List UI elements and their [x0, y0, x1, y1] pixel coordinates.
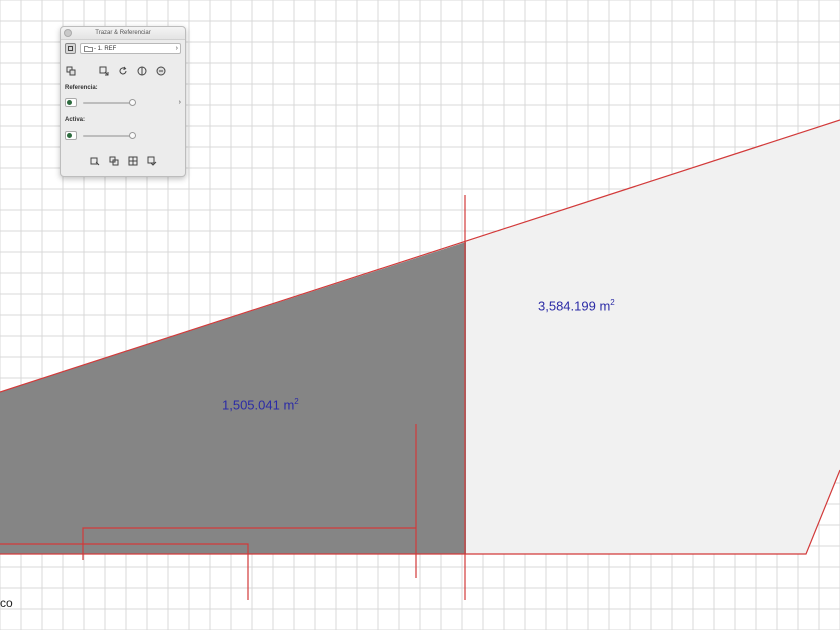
- palette-title: Trazar & Referenciar: [95, 30, 151, 36]
- area-unit-superscript-right: 2: [610, 298, 615, 307]
- area-label-right: 3,584.199 m2: [538, 298, 615, 313]
- trace-reference-palette[interactable]: Trazar & Referenciar - 1. REF › Referenc…: [60, 26, 186, 177]
- chevron-right-icon[interactable]: ›: [179, 99, 181, 106]
- area-value-left: 1,505.041 m: [222, 397, 295, 413]
- corner-fragment-text: co: [0, 596, 13, 610]
- zone-right-fill[interactable]: [466, 120, 840, 554]
- activa-color-button[interactable]: [65, 131, 77, 140]
- chevron-right-icon: ›: [175, 45, 178, 52]
- rotate-reference-icon[interactable]: [117, 65, 128, 76]
- activa-opacity-slider[interactable]: [83, 131, 136, 140]
- folder-icon: [83, 43, 94, 54]
- reference-layer-select[interactable]: - 1. REF ›: [80, 43, 181, 54]
- referencia-color-button[interactable]: [65, 98, 77, 107]
- square-mode-icon[interactable]: [65, 43, 76, 54]
- move-reference-icon[interactable]: [98, 65, 109, 76]
- activa-label: Activa:: [65, 117, 86, 123]
- mirror-reference-icon[interactable]: [136, 65, 147, 76]
- referencia-slider-thumb[interactable]: [129, 98, 136, 106]
- compare-icon[interactable]: [127, 155, 138, 166]
- reset-icon[interactable]: [155, 65, 166, 76]
- palette-titlebar[interactable]: Trazar & Referenciar: [61, 27, 185, 40]
- overlay-icon[interactable]: [65, 65, 76, 76]
- referencia-label: Referencia:: [65, 85, 98, 91]
- area-label-left: 1,505.041 m2: [222, 397, 299, 412]
- reference-layer-name: - 1. REF: [94, 45, 117, 52]
- area-value-right: 3,584.199 m: [538, 298, 611, 314]
- activa-slider-thumb[interactable]: [129, 131, 136, 139]
- switch-icon[interactable]: [89, 155, 100, 166]
- referencia-opacity-slider[interactable]: [83, 98, 136, 107]
- options-icon[interactable]: [146, 155, 157, 166]
- area-unit-superscript-left: 2: [294, 397, 299, 406]
- swap-icon[interactable]: [108, 155, 119, 166]
- close-icon[interactable]: [64, 29, 72, 37]
